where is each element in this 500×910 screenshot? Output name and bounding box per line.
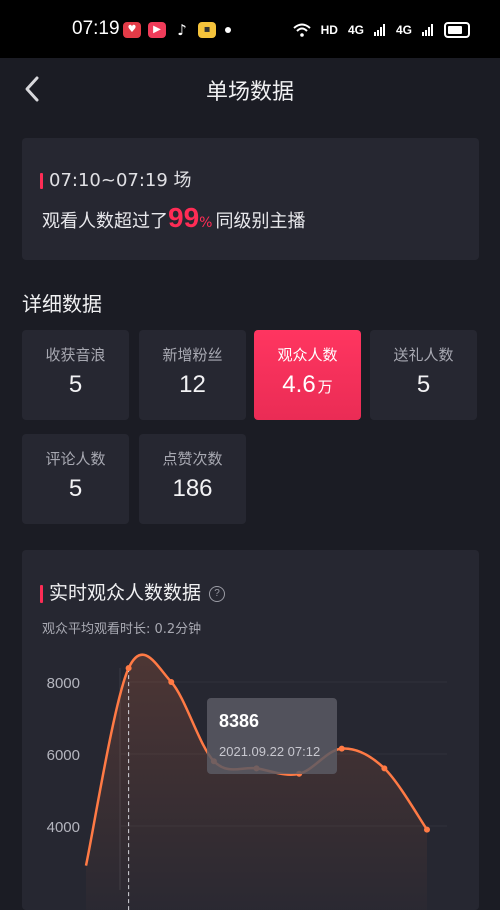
metric-label: 点赞次数	[162, 450, 223, 468]
y-tick-label: 6000	[47, 747, 80, 764]
data-point	[125, 665, 132, 672]
session-time-range: 07:10~07:19 场	[40, 166, 192, 192]
ranking-text-after: 同级别主播	[215, 211, 306, 232]
status-indicators: HD 4G 4G	[292, 22, 470, 38]
data-point	[338, 745, 345, 752]
video-app-icon: ▶	[148, 22, 166, 38]
signal-icon-1	[373, 24, 385, 36]
metric-tile-commenters[interactable]: 评论人数 5	[22, 434, 129, 524]
ranking-statement: 观看人数超过了99% 同级别主播	[42, 202, 305, 234]
more-notifications-icon	[225, 27, 231, 33]
ranking-text-before: 观看人数超过了	[42, 211, 168, 232]
metric-label: 送礼人数	[393, 346, 454, 364]
ranking-percent: 99	[168, 202, 200, 233]
metric-tile-gift-senders[interactable]: 送礼人数 5	[370, 330, 477, 420]
percent-sign: %	[199, 215, 213, 231]
time-range-text: 07:10~07:19 场	[49, 170, 192, 191]
battery-icon	[444, 22, 470, 38]
metric-value: 4.6 万	[282, 371, 333, 398]
signal-icon-2	[422, 24, 433, 36]
data-point	[424, 826, 430, 833]
app-notification-icon: ♥	[123, 22, 141, 38]
series-area	[86, 654, 427, 910]
network-label: HD	[320, 23, 338, 37]
metric-value: 186	[172, 475, 213, 502]
summary-card: 07:10~07:19 场 观看人数超过了99% 同级别主播	[22, 138, 479, 260]
signal-label-2: 4G	[395, 23, 412, 37]
wifi-icon	[292, 23, 311, 37]
tiktok-icon: ♪	[177, 21, 187, 39]
metric-value: 12	[179, 371, 206, 398]
status-time: 07:19	[72, 18, 120, 39]
page-title: 单场数据	[205, 80, 294, 105]
tooltip-value: 8386	[219, 711, 260, 731]
accent-bar	[40, 173, 43, 189]
metric-unit: 万	[317, 379, 333, 396]
data-point	[168, 679, 175, 685]
nav-bar: 单场数据	[0, 58, 500, 120]
signal-label-1: 4G	[347, 23, 364, 37]
metric-label: 观众人数	[277, 346, 338, 364]
status-bar: 07:19 ♥ ▶ ♪ ▪ HD 4G 4G	[0, 0, 500, 58]
detail-section-title: 详细数据	[22, 292, 102, 316]
y-tick-label: 4000	[47, 819, 80, 836]
metric-label: 评论人数	[45, 450, 106, 468]
metric-value: 5	[416, 371, 431, 398]
tooltip-date: 2021.09.22 07:12	[219, 744, 321, 759]
message-app-icon: ▪	[198, 22, 216, 38]
metric-value: 5	[68, 475, 83, 502]
notification-icons: ♥ ▶ ♪ ▪	[123, 22, 231, 38]
data-point	[381, 765, 388, 772]
realtime-chart-card: 实时观众人数数据? 观众平均观看时长: 0.2分钟 8000 6000 4000 8…	[22, 550, 479, 910]
metric-tile-sound-waves[interactable]: 收获音浪 5	[22, 330, 129, 420]
metric-label: 新增粉丝	[162, 346, 223, 364]
metric-tile-new-fans[interactable]: 新增粉丝 12	[139, 330, 246, 420]
y-tick-label: 8000	[47, 675, 80, 692]
metric-tile-likes[interactable]: 点赞次数 186	[139, 434, 246, 524]
metric-value: 5	[68, 371, 83, 398]
metric-tile-viewers[interactable]: 观众人数 4.6 万	[254, 330, 361, 420]
chart-tooltip: 8386 2021.09.22 07:12	[207, 698, 337, 774]
metric-label: 收获音浪	[45, 346, 106, 364]
